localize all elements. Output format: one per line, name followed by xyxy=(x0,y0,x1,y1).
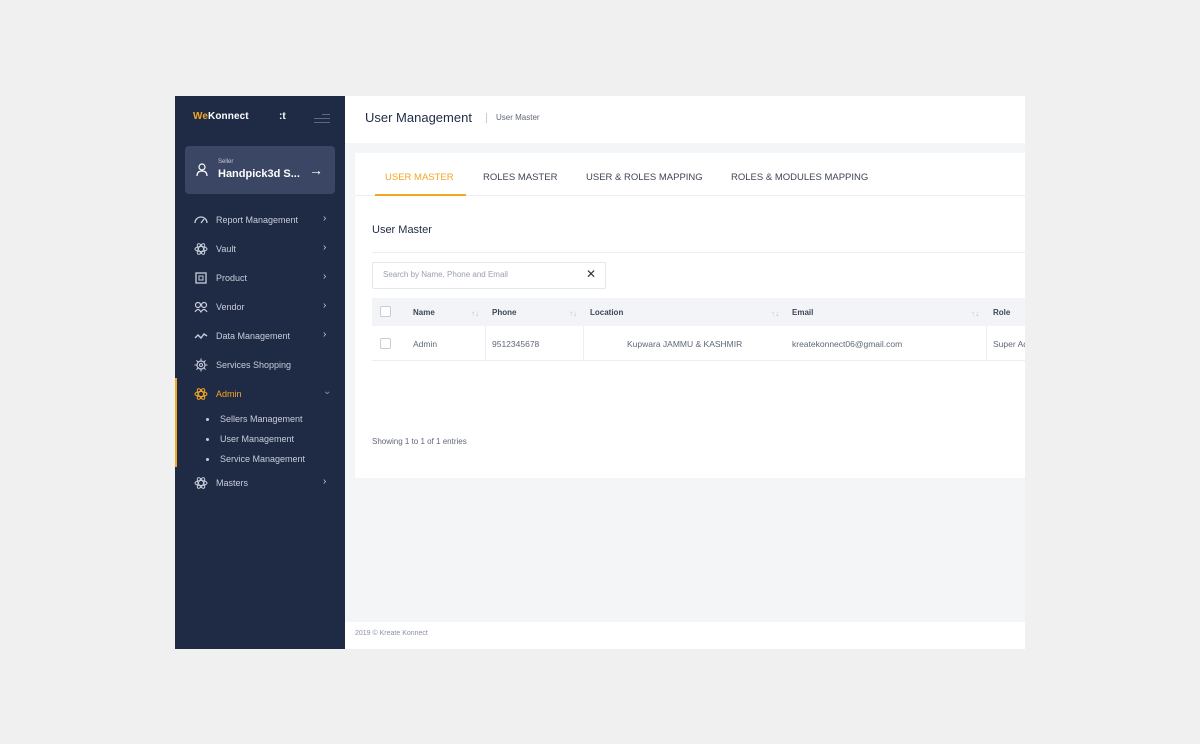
seller-label: Seller xyxy=(218,159,234,165)
chevron-right-icon: › xyxy=(323,300,327,311)
close-icon[interactable]: ✕ xyxy=(586,267,596,281)
page-title: User Management xyxy=(365,110,472,125)
section-title: User Master xyxy=(372,224,432,236)
sidebar-subitem-label: Sellers Management xyxy=(220,414,303,424)
footer: 2019 © Kreate Konnect xyxy=(345,622,1025,649)
chevron-right-icon: › xyxy=(323,213,327,224)
box-icon xyxy=(195,272,207,284)
entries-info: Showing 1 to 1 of 1 entries xyxy=(372,437,467,446)
sidebar-subitem-label: Service Management xyxy=(220,454,306,464)
bullet-icon xyxy=(206,458,209,461)
cell-divider xyxy=(583,326,584,361)
select-all-checkbox[interactable] xyxy=(380,306,391,317)
row-checkbox[interactable] xyxy=(380,338,391,349)
sidebar-item-admin[interactable]: Admin ⌄ xyxy=(175,380,345,409)
sort-icon[interactable]: ↑↓ xyxy=(771,309,779,318)
sidebar-item-vendor[interactable]: Vendor › xyxy=(175,293,345,322)
sidebar-subitem-service-management[interactable]: Service Management xyxy=(175,449,345,469)
bullet-icon xyxy=(206,418,209,421)
brand-konnect: Konnect xyxy=(208,111,249,122)
active-tab-underline xyxy=(375,194,466,196)
seller-name: Handpick3d S... xyxy=(218,168,300,180)
app-window: WeKonnect :t Seller Handpick3d S... → Re… xyxy=(175,96,1025,649)
cell-role: Super Ad xyxy=(993,339,1025,349)
chevron-right-icon: › xyxy=(323,329,327,340)
table-header: Name ↑↓ Phone ↑↓ Location ↑↓ Email ↑↓ Ro… xyxy=(372,298,1025,326)
sidebar-item-product[interactable]: Product › xyxy=(175,264,345,293)
cell-phone: 9512345678 xyxy=(492,339,540,349)
copyright-text: 2019 © Kreate Konnect xyxy=(355,630,428,637)
cell-location: Kupwara JAMMU & KASHMIR xyxy=(627,339,743,349)
sidebar-nav: Report Management › Vault › Product › Ve… xyxy=(175,206,345,498)
sidebar-item-label: Admin xyxy=(216,389,242,399)
column-header-role[interactable]: Role xyxy=(993,308,1010,317)
divider xyxy=(372,252,1025,253)
chart-line-icon xyxy=(194,333,208,340)
sort-icon[interactable]: ↑↓ xyxy=(971,309,979,318)
sidebar-item-label: Services Shopping xyxy=(216,360,292,370)
gear-icon xyxy=(194,358,208,372)
seller-card[interactable]: Seller Handpick3d S... → xyxy=(185,146,335,194)
users-icon xyxy=(194,301,208,314)
sidebar-subitem-user-management[interactable]: User Management xyxy=(175,429,345,449)
atom-icon xyxy=(194,477,208,489)
brand-we: We xyxy=(193,111,209,122)
sidebar-item-vault[interactable]: Vault › xyxy=(175,235,345,264)
chevron-right-icon: › xyxy=(323,242,327,253)
bullet-icon xyxy=(206,438,209,441)
brand-extra: :t xyxy=(279,111,286,122)
sidebar-item-label: Vault xyxy=(216,244,236,254)
sort-icon[interactable]: ↑↓ xyxy=(471,309,479,318)
sidebar-item-label: Product xyxy=(216,273,248,283)
tab-roles-master[interactable]: ROLES MASTER xyxy=(483,172,557,183)
tab-user-master[interactable]: USER MASTER xyxy=(385,172,454,183)
sidebar-item-label: Data Management xyxy=(216,331,291,341)
cell-divider xyxy=(986,326,987,361)
sort-icon[interactable]: ↑↓ xyxy=(569,309,577,318)
gauge-icon xyxy=(194,216,208,224)
atom-icon xyxy=(194,388,208,400)
sidebar-item-label: Report Management xyxy=(216,215,299,225)
column-header-location[interactable]: Location xyxy=(590,308,623,317)
sidebar: WeKonnect :t Seller Handpick3d S... → Re… xyxy=(175,96,345,649)
sidebar-subitem-sellers-management[interactable]: Sellers Management xyxy=(175,409,345,429)
sidebar-item-label: Vendor xyxy=(216,302,245,312)
sidebar-item-label: Masters xyxy=(216,478,249,488)
cell-divider xyxy=(485,326,486,361)
arrow-right-icon[interactable]: → xyxy=(309,162,323,178)
tab-bar: USER MASTER ROLES MASTER USER & ROLES MA… xyxy=(355,153,1025,196)
breadcrumb-separator xyxy=(486,113,487,123)
menu-toggle-icon[interactable] xyxy=(314,114,330,124)
column-header-email[interactable]: Email xyxy=(792,308,813,317)
brand-logo[interactable]: WeKonnect xyxy=(193,111,249,122)
breadcrumb[interactable]: User Master xyxy=(496,113,540,122)
cell-email: kreatekonnect06@gmail.com xyxy=(792,339,903,349)
cell-name: Admin xyxy=(413,339,438,349)
sidebar-item-services-shopping[interactable]: Services Shopping xyxy=(175,351,345,380)
user-icon xyxy=(196,163,208,177)
column-header-name[interactable]: Name xyxy=(413,308,435,317)
column-header-phone[interactable]: Phone xyxy=(492,308,516,317)
chevron-right-icon: › xyxy=(323,476,327,487)
chevron-down-icon: ⌄ xyxy=(323,386,332,397)
search-input[interactable] xyxy=(383,270,573,279)
table-row[interactable]: Admin 9512345678 Kupwara JAMMU & KASHMIR… xyxy=(372,326,1025,361)
top-header: User Management User Master xyxy=(345,96,1025,143)
tab-user-roles-mapping[interactable]: USER & ROLES MAPPING xyxy=(586,172,703,183)
sidebar-item-report-management[interactable]: Report Management › xyxy=(175,206,345,235)
sidebar-item-masters[interactable]: Masters › xyxy=(175,469,345,498)
tab-roles-modules-mapping[interactable]: ROLES & MODULES MAPPING xyxy=(731,172,868,183)
chevron-right-icon: › xyxy=(323,271,327,282)
atom-icon xyxy=(194,243,208,255)
user-table: Name ↑↓ Phone ↑↓ Location ↑↓ Email ↑↓ Ro… xyxy=(372,298,1025,361)
sidebar-item-data-management[interactable]: Data Management › xyxy=(175,322,345,351)
sidebar-subitem-label: User Management xyxy=(220,434,295,444)
search-box: ✕ xyxy=(372,262,606,289)
content-card: USER MASTER ROLES MASTER USER & ROLES MA… xyxy=(355,153,1025,478)
